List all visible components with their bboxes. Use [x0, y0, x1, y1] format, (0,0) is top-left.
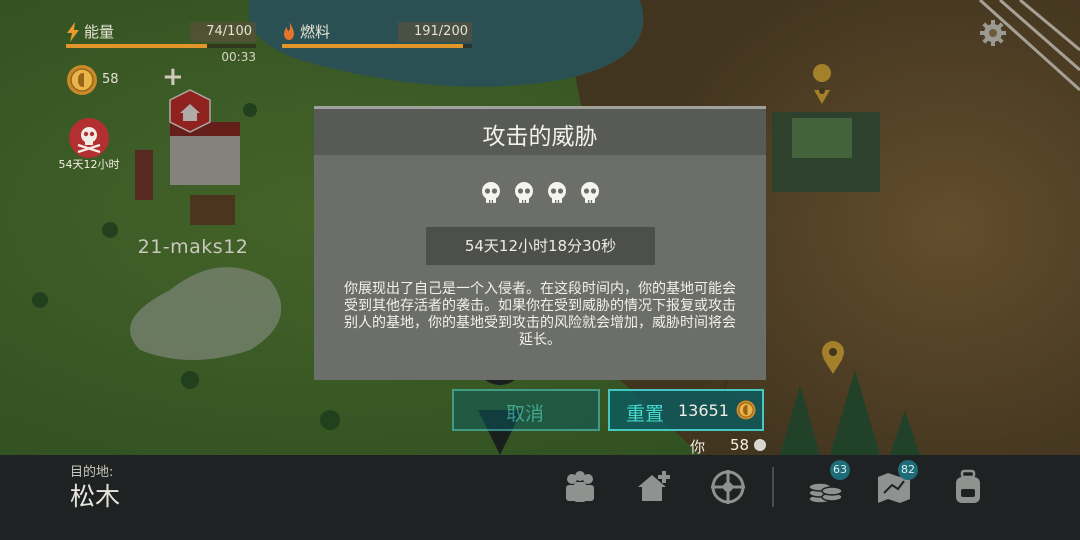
- skull-icon: [548, 182, 566, 203]
- fuel-stat: 燃料 191/200: [282, 22, 472, 52]
- coin-icon: [736, 400, 756, 420]
- silver-coin-icon: [754, 439, 766, 451]
- toolbar-separator: [772, 467, 774, 507]
- energy-bar: [66, 44, 256, 48]
- target-icon[interactable]: [708, 467, 748, 507]
- skull-icon: [482, 182, 500, 203]
- coin-icon: [67, 65, 97, 95]
- add-coins-button[interactable]: +: [162, 62, 184, 92]
- fuel-label: 燃料: [300, 23, 331, 41]
- lightning-icon: [67, 22, 79, 42]
- gear-icon[interactable]: [978, 18, 1008, 48]
- survivors-icon[interactable]: [560, 467, 600, 507]
- energy-bar-fill: [66, 44, 207, 48]
- fuel-value: 191/200: [413, 24, 468, 39]
- fuel-bar: [282, 44, 472, 48]
- energy-timer: 00:33: [221, 50, 256, 64]
- wallet-count: 58: [730, 436, 750, 454]
- threat-timer: 54天12小时18分30秒: [426, 227, 655, 265]
- dialog-title: 攻击的威胁: [482, 124, 598, 150]
- coin-count: 58: [102, 72, 119, 87]
- cancel-button[interactable]: 取消: [452, 389, 600, 431]
- skull-icon: [581, 182, 599, 203]
- bottom-bar: 目的地: 松木 63 82: [0, 455, 1080, 540]
- attack-threat-dialog: 攻击的威胁 54天12小时18分30秒 你展现出了自己是一个入侵者。在这段时间内…: [314, 106, 766, 380]
- raid-threat-timer: 54天12小时: [58, 158, 120, 171]
- reset-cost: 13651: [678, 401, 729, 420]
- energy-value: 74/100: [206, 24, 252, 39]
- raid-threat-badge: [69, 118, 109, 158]
- reset-button-label: 重置: [626, 403, 665, 425]
- destination-name: 松木: [70, 482, 121, 511]
- skull-crossbones-icon: [77, 127, 101, 154]
- energy-stat: 能量 74/100: [66, 22, 256, 52]
- threat-level-skulls: [476, 181, 606, 205]
- energy-label: 能量: [84, 23, 115, 41]
- add-base-icon[interactable]: [634, 467, 674, 507]
- raid-threat-indicator[interactable]: 54天12小时: [54, 118, 124, 172]
- base-name-label: 21-maks12: [137, 236, 249, 258]
- map-badge: 82: [898, 460, 918, 480]
- flame-icon: [284, 22, 294, 40]
- coin-counter: 58 +: [66, 62, 186, 98]
- reset-button[interactable]: 重置 13651: [608, 389, 764, 431]
- coins-badge: 63: [830, 460, 850, 480]
- fuel-bar-fill: [282, 44, 464, 48]
- backpack-icon[interactable]: [948, 467, 988, 507]
- threat-description: 你展现出了自己是一个入侵者。在这段时间内，你的基地可能会受到其他存活者的袭击。如…: [344, 281, 736, 348]
- cancel-button-label: 取消: [506, 403, 545, 425]
- skull-icon: [515, 182, 533, 203]
